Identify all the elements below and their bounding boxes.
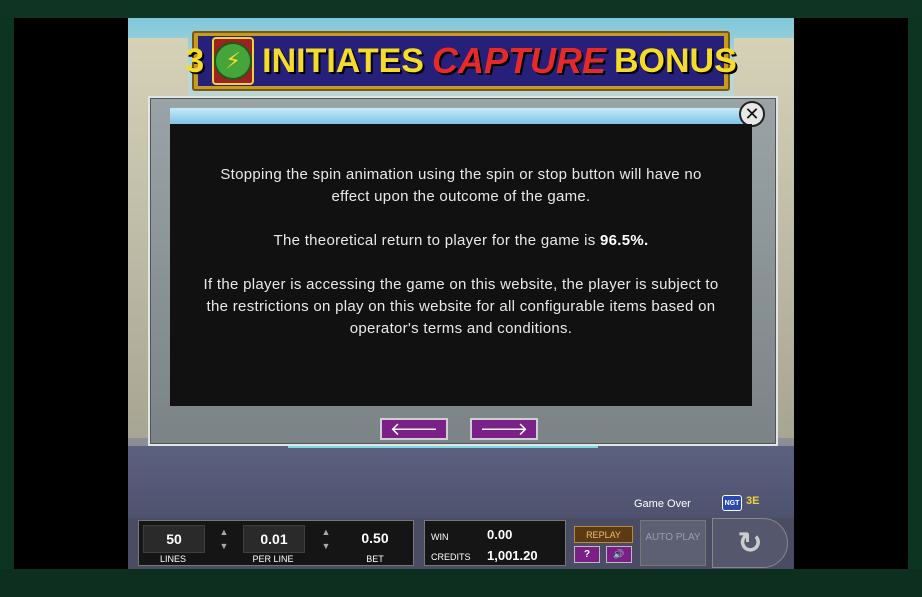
per-line-up-button[interactable]: ▲: [319, 527, 333, 538]
sound-icon[interactable]: 🔊: [606, 546, 632, 563]
dialog-paragraph-terms: If the player is accessing the game on t…: [203, 276, 719, 337]
per-line-label: PER LINE: [252, 554, 294, 564]
bet-value: 0.50: [361, 530, 389, 546]
per-line-down-button[interactable]: ▼: [319, 541, 333, 552]
bet-label: BET: [366, 554, 384, 564]
lines-value: 50: [143, 525, 205, 553]
game-area: 3 ⚡ INITIATES CAPTURE BONUS ✕ Stopping t…: [128, 18, 794, 569]
arrow-right-icon: 🡒: [479, 418, 529, 439]
side-panel-left: [14, 18, 128, 569]
dialog-paragraph-rtp: The theoretical return to player for the…: [200, 230, 722, 252]
control-bar: 50 LINES ▲ ▼ 0.01 PER LINE ▲ ▼ 0.50 BET …: [128, 518, 794, 569]
banner-inner: 3 ⚡ INITIATES CAPTURE BONUS: [185, 36, 737, 86]
spin-button[interactable]: ↻: [712, 518, 788, 568]
win-label: WIN: [431, 532, 449, 542]
side-panel-right: [794, 18, 908, 569]
title-word-initiates: INITIATES: [262, 41, 424, 80]
dialog-header-bar: [170, 108, 752, 124]
frame-bottom: [0, 569, 922, 597]
provider-logo: 3E: [746, 495, 760, 507]
per-line-value: 0.01: [243, 525, 305, 553]
dialog-paragraph-spin: Stopping the spin animation using the sp…: [220, 166, 702, 205]
replay-button[interactable]: REPLAY: [574, 526, 633, 543]
title-word-capture: CAPTURE: [431, 40, 606, 81]
spin-icon: ↻: [737, 526, 763, 560]
frame-top: [0, 0, 922, 18]
credits-value: 1,001.20: [487, 548, 538, 563]
prev-page-button[interactable]: 🡐: [380, 418, 448, 440]
game-over-status: Game Over: [634, 498, 691, 510]
next-page-button[interactable]: 🡒: [470, 418, 538, 440]
dialog-text: Stopping the spin animation using the sp…: [200, 164, 722, 362]
lightning-badge-icon: ⚡: [212, 37, 255, 85]
lines-down-button[interactable]: ▼: [217, 541, 231, 552]
info-dialog: ✕ Stopping the spin animation using the …: [148, 96, 778, 446]
title-word-bonus: BONUS: [613, 41, 737, 80]
title-number: 3: [185, 41, 205, 80]
credits-label: CREDITS: [431, 552, 471, 562]
bet-panel: 50 LINES ▲ ▼ 0.01 PER LINE ▲ ▼ 0.50 BET: [138, 520, 414, 566]
win-value: 0.00: [487, 527, 513, 542]
frame-right: [908, 18, 922, 569]
lines-label: LINES: [159, 554, 186, 564]
game-title-banner: 3 ⚡ INITIATES CAPTURE BONUS: [185, 31, 737, 91]
page-frame: 3 ⚡ INITIATES CAPTURE BONUS ✕ Stopping t…: [0, 0, 922, 597]
frame-left: [0, 18, 14, 569]
lines-up-button[interactable]: ▲: [217, 527, 231, 538]
rtp-prefix: The theoretical return to player for the…: [273, 232, 601, 249]
help-button[interactable]: ?: [574, 546, 600, 563]
win-credits-panel: WIN 0.00 CREDITS 1,001.20: [424, 520, 566, 566]
dialog-body: Stopping the spin animation using the sp…: [170, 124, 752, 406]
auto-play-button[interactable]: AUTO PLAY: [640, 520, 706, 566]
ngt-logo: NGT: [722, 495, 742, 511]
lightning-icon: ⚡: [214, 42, 253, 80]
arrow-left-icon: 🡐: [389, 418, 439, 439]
rtp-value: 96.5%.: [600, 232, 649, 249]
